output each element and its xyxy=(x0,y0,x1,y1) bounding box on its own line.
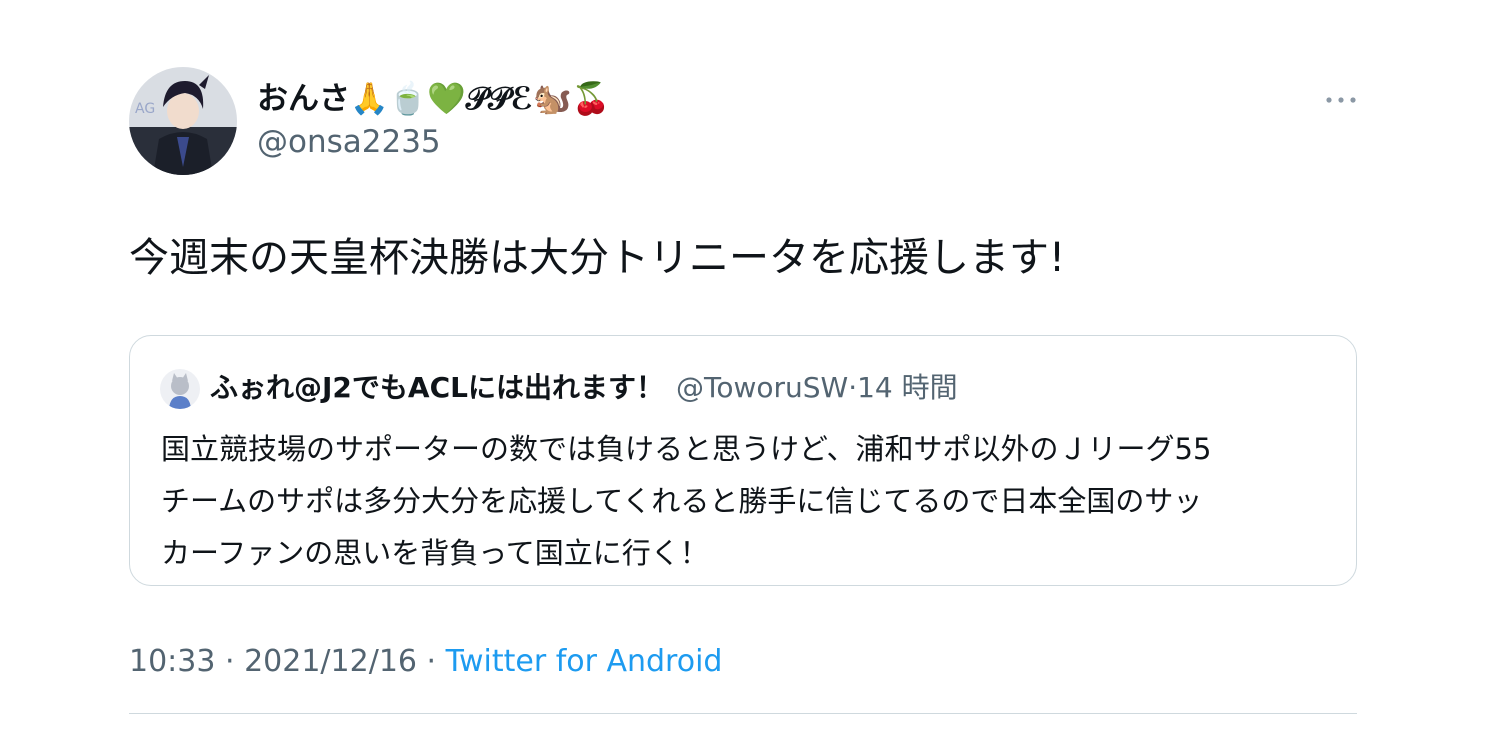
meta-separator: · xyxy=(215,644,245,679)
author-handle[interactable]: @onsa2235 xyxy=(257,122,441,162)
quoted-tweet-header: ふぉれ@J2でもACLには出れます！ @ToworuSW·14 時間 xyxy=(210,368,958,408)
quoted-tweet-text: 国立競技場のサポーターの数では負けると思うけど、浦和サポ以外のＪリーグ55 チー… xyxy=(161,423,1341,579)
quoted-separator: · xyxy=(848,371,858,404)
quoted-author-avatar[interactable] xyxy=(160,369,200,409)
quoted-tweet-card[interactable]: ふぉれ@J2でもACLには出れます！ @ToworuSW·14 時間 国立競技場の… xyxy=(129,335,1357,586)
quoted-author-handle[interactable]: @ToworuSW xyxy=(676,371,848,404)
divider xyxy=(129,713,1357,714)
tweet-date[interactable]: 2021/12/16 xyxy=(244,644,417,679)
tweet-metadata: 10:33 · 2021/12/16 · Twitter for Android xyxy=(129,640,722,684)
tweet-text: 今週末の天皇杯決勝は大分トリニータを応援します! xyxy=(129,235,1066,281)
quoted-text-line: カーファンの思いを背負って国立に行く！ xyxy=(161,536,709,570)
tweet-source-link[interactable]: Twitter for Android xyxy=(446,644,723,679)
meta-separator: · xyxy=(417,644,446,679)
author-display-name[interactable]: おんさ🙏🍵💚𝒫𝒫ℰ🐿️🍒 xyxy=(257,79,610,119)
more-horizontal-icon[interactable] xyxy=(1320,88,1362,112)
quoted-author-display-name[interactable]: ふぉれ@J2でもACLには出れます！ xyxy=(210,371,664,404)
author-avatar[interactable]: AG xyxy=(129,67,237,175)
tweet-time[interactable]: 10:33 xyxy=(129,644,215,679)
svg-text:AG: AG xyxy=(135,101,155,117)
quoted-text-line: 国立競技場のサポーターの数では負けると思うけど、浦和サポ以外のＪリーグ55 xyxy=(161,432,1212,466)
avatar-image: AG xyxy=(129,67,237,175)
quoted-text-line: チームのサポは多分大分を応援してくれると勝手に信じてるので日本全国のサッ xyxy=(161,484,1203,518)
quoted-timestamp[interactable]: 14 時間 xyxy=(857,371,958,404)
